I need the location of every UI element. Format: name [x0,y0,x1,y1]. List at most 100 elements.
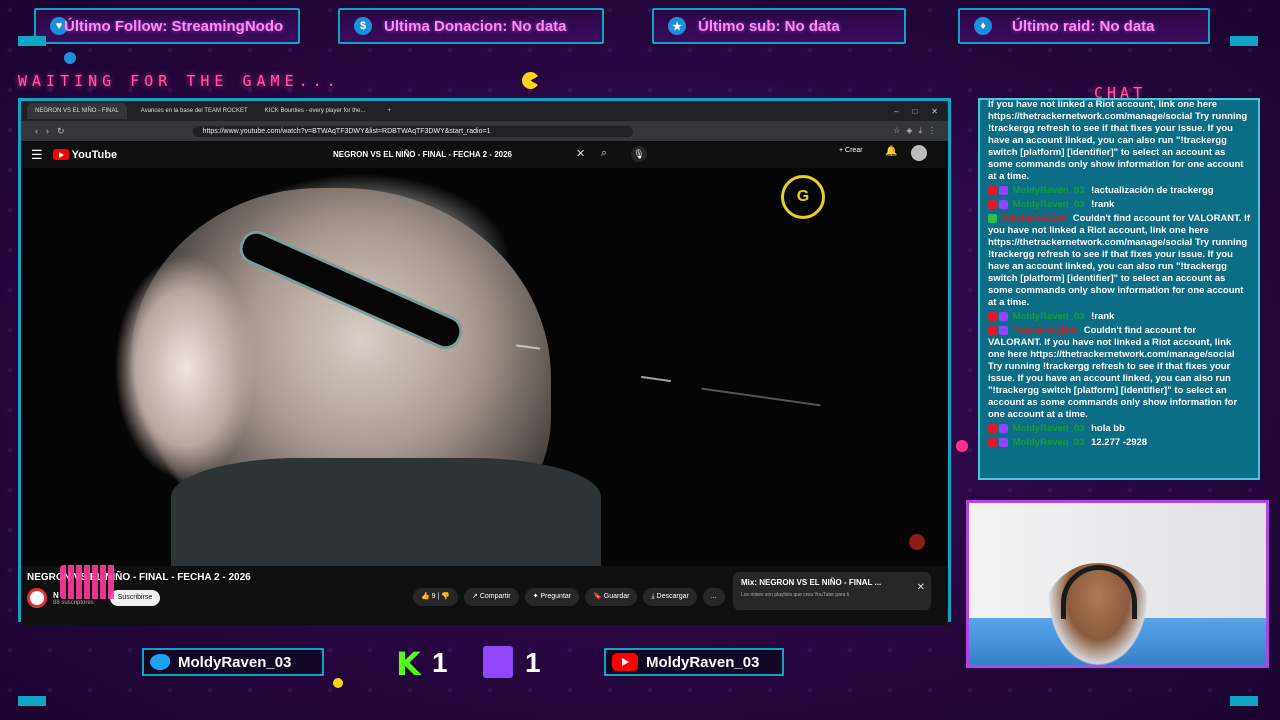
chat-message-text: hola bb [1091,423,1125,434]
youtube-badge-icon [988,185,997,195]
light-streak [641,375,671,383]
youtube-handle: MoldyRaven_03 [646,653,760,671]
video-actions: 👍 9 | 👎 ↗ Compartir ✦ Preguntar 🔖 Guarda… [413,588,725,606]
forward-icon[interactable]: › [46,126,49,136]
chat-message: MoldyRaven_03 !rank [980,198,1258,212]
chat-username[interactable]: MoldyRaven_03 [1013,423,1085,434]
chat-message: TrackerGGBot Couldn't find account for V… [980,212,1258,310]
channel-watermark-logo: G [781,175,825,219]
channel-avatar[interactable] [27,588,47,608]
tab-team-rocket[interactable]: Avances en la base del TEAM ROCKET [133,103,251,119]
star-badge-icon [999,423,1008,433]
bookmark-icon[interactable]: ☆ [893,126,900,136]
last-raid-bar: ♦ Último raid: No data [958,8,1210,44]
chat-message-text: Couldn't find account for VALORANT. If y… [988,325,1238,420]
chat-username[interactable]: MoldyRaven_03 [1013,311,1085,322]
twitter-handle-bar: MoldyRaven_03 [142,648,324,676]
new-tab-button[interactable]: + [380,103,400,119]
url-field[interactable]: https://www.youtube.com/watch?v=BTWAqTF3… [192,125,633,137]
chat-panel: If you have not linked a Riot account, l… [978,98,1260,480]
last-raid-text: Último raid: No data [1012,17,1155,35]
close-mix-icon[interactable]: ✕ [917,582,925,593]
twitch-count: 1 [525,647,541,678]
diamond-icon: ♦ [974,17,992,35]
create-button[interactable]: + Crear [839,147,863,154]
subscribe-button[interactable]: Suscribirse [109,590,161,606]
webcam-feed [966,500,1269,668]
chat-message: MoldyRaven_03 !actualización de trackerg… [980,184,1258,198]
download-button[interactable]: ⤓ Descargar [643,588,697,606]
chat-message-text: If you have not linked a Riot account, l… [988,99,1248,182]
space-invader-icon [60,565,116,599]
chat-message-text: !rank [1091,199,1115,210]
share-button[interactable]: ↗ Compartir [464,588,519,606]
chat-message-text: !rank [1091,311,1115,322]
twitch-logo-icon [483,646,513,678]
chat-message: MoldyRaven_03 12.277 -2928 [980,436,1258,450]
maximize-icon[interactable]: □ [912,107,917,116]
search-input[interactable]: NEGRON VS EL NIÑO - FINAL - FECHA 2 - 20… [325,147,581,163]
extensions-area: ☆ ◈ ⤓ ⋮ [893,126,936,136]
ask-button[interactable]: ✦ Preguntar [524,588,580,606]
chat-message: TrackerGGBot Couldn't find account for V… [980,324,1258,422]
youtube-badge-icon [988,311,997,321]
youtube-icon [612,653,638,671]
create-label: Crear [845,147,863,154]
chat-username[interactable]: TrackerGGBot [1002,213,1066,224]
youtube-badge-icon [988,437,997,447]
search-icon[interactable]: ⌕ [601,147,607,160]
kick-logo-icon: K [396,645,421,683]
star-icon: ★ [668,17,686,35]
corner-decoration [1230,36,1258,46]
youtube-logo-text: YouTube [71,148,118,161]
microphone-icon[interactable]: 🎙 [631,146,647,162]
last-donation-text: Ultima Donacion: No data [384,17,567,35]
like-count: 9 [431,593,436,600]
star-badge-icon [999,311,1008,321]
minimize-icon[interactable]: – [894,107,898,116]
youtube-logo[interactable]: YouTube [52,148,118,161]
hamburger-icon[interactable]: ☰ [31,147,43,163]
last-sub-text: Último sub: No data [698,17,840,35]
clear-search-icon[interactable]: ✕ [576,147,585,160]
save-button[interactable]: 🔖 Guardar [585,588,638,606]
star-badge-icon [999,199,1008,209]
ask-label: Preguntar [540,593,572,600]
chat-username[interactable]: MoldyRaven_03 [1013,437,1085,448]
window-controls: – □ ✕ [894,107,938,116]
chat-username[interactable]: MoldyRaven_03 [1013,185,1085,196]
subscriber-count: 88 suscriptores [53,599,94,606]
light-streak [701,387,821,407]
youtube-header: ☰ YouTube NEGRON VS EL NIÑO - FINAL - FE… [21,141,948,168]
account-avatar[interactable] [911,145,927,161]
last-sub-bar: ★ Último sub: No data [652,8,906,44]
save-label: Guardar [603,593,630,600]
decor-dot [333,678,343,688]
extension-icon[interactable]: ◈ [906,126,912,136]
twitter-bird-icon [150,654,170,670]
more-actions-button[interactable]: ... [702,588,725,606]
menu-icon[interactable]: ⋮ [928,126,936,136]
youtube-play-icon [52,149,69,160]
mix-playlist-card[interactable]: Mix: NEGRON VS EL NIÑO - FINAL ... Los m… [733,572,931,610]
waiting-text: WAITING FOR THE GAME... [18,72,341,90]
corner-decoration [18,36,46,46]
download-icon[interactable]: ⤓ [918,126,922,136]
back-icon[interactable]: ‹ [35,126,38,136]
star-badge-icon [999,437,1008,447]
reload-icon[interactable]: ↻ [57,126,65,137]
chat-message-text: !actualización de trackergg [1091,185,1214,196]
close-icon[interactable]: ✕ [931,107,938,116]
like-button[interactable]: 👍 9 | 👎 [413,588,459,606]
chat-message-text: Couldn't find account for VALORANT. If y… [988,213,1250,308]
last-follow-bar: ♥ Último Follow: StreamingNodo [34,8,300,44]
pacman-icon [522,72,539,89]
tab-youtube[interactable]: NEGRON VS EL NIÑO - FINAL [27,103,127,119]
tab-kick-bounties[interactable]: KICK Bounties - every player for the... [257,103,374,119]
dollar-icon: $ [354,17,372,35]
chat-username[interactable]: MoldyRaven_03 [1013,199,1085,210]
notifications-bell-icon[interactable]: 🔔 [885,146,897,157]
chat-username[interactable]: TrackerGGBot [1013,325,1077,336]
video-player[interactable]: G [21,168,948,566]
decor-dot [956,440,968,452]
